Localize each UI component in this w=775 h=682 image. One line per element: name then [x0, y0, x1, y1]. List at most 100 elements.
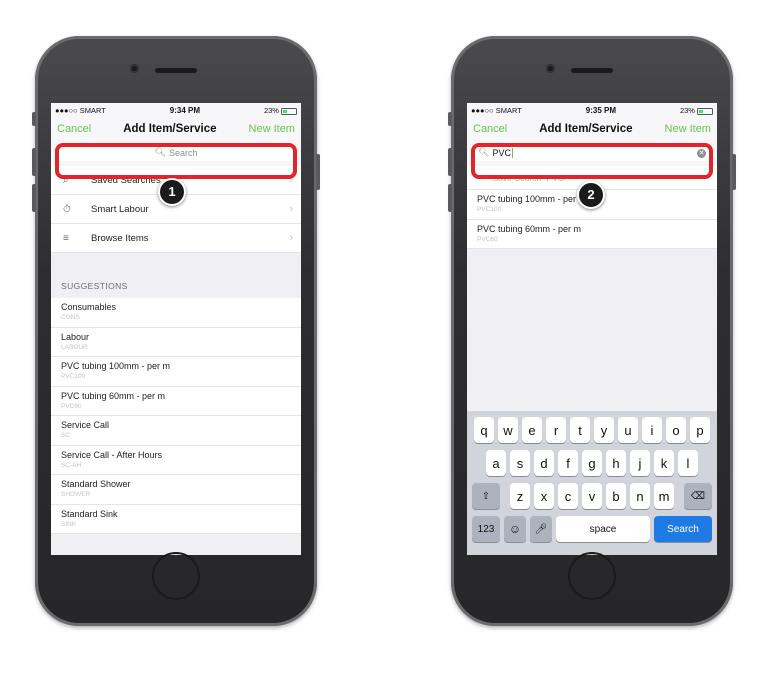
home-button[interactable] — [568, 552, 616, 600]
list-icon: ≡ — [63, 232, 69, 244]
step-badge-1: 1 — [158, 178, 186, 206]
key-o[interactable]: o — [666, 417, 686, 443]
key-e[interactable]: e — [522, 417, 542, 443]
item-code: SC — [61, 432, 71, 439]
search-highlight-box — [55, 143, 297, 179]
front-camera — [130, 64, 139, 73]
keyboard: q w e r t y u i o p a s d f g h j k l ⇧ … — [467, 411, 717, 555]
phone-left: ●●●○○ SMART 9:34 PM 23% Cancel Add Item/… — [32, 36, 320, 626]
item-code: SHOWER — [61, 491, 91, 498]
list-item[interactable]: Consumables CONS — [51, 298, 301, 328]
carrier-label: ●●●○○ SMART — [55, 106, 106, 115]
battery-percent: 23% — [263, 106, 279, 115]
page-title: Add Item/Service — [123, 123, 217, 135]
list-item[interactable]: Standard Sink SINK — [51, 505, 301, 534]
key-l[interactable]: l — [678, 450, 698, 476]
key-d[interactable]: d — [534, 450, 554, 476]
key-j[interactable]: j — [630, 450, 650, 476]
battery-percent: 23% — [679, 106, 695, 115]
item-name: Consumables — [61, 302, 117, 312]
mute-switch — [32, 112, 36, 126]
volume-down-button — [32, 184, 36, 212]
menu-item-label: Browse Items — [91, 232, 149, 244]
key-r[interactable]: r — [546, 417, 566, 443]
status-time: 9:35 PM — [585, 106, 617, 115]
list-item[interactable]: Service Call SC — [51, 416, 301, 446]
carrier-label: ●●●○○ SMART — [471, 106, 522, 115]
battery-icon — [696, 107, 713, 115]
list-item[interactable]: PVC tubing 100mm - per m PVC100 — [51, 357, 301, 387]
key-y[interactable]: y — [594, 417, 614, 443]
keyboard-search-button[interactable]: Search — [654, 516, 712, 542]
item-code: PVC100 — [61, 373, 86, 380]
item-name: Standard Shower — [61, 479, 131, 489]
item-name: Service Call — [61, 420, 110, 430]
key-f[interactable]: f — [558, 450, 578, 476]
key-b[interactable]: b — [606, 483, 626, 509]
key-x[interactable]: x — [534, 483, 554, 509]
cancel-button[interactable]: Cancel — [473, 123, 507, 135]
item-code: PVC60 — [477, 235, 498, 243]
list-item[interactable]: PVC tubing 60mm - per m PVC60 — [51, 387, 301, 416]
item-name: PVC tubing 60mm - per m — [477, 223, 582, 234]
keyboard-row-2: a s d f g h j k l — [470, 450, 714, 476]
key-q[interactable]: q — [474, 417, 494, 443]
battery-icon — [280, 107, 297, 115]
new-item-button[interactable]: New Item — [249, 123, 295, 135]
key-n[interactable]: n — [630, 483, 650, 509]
list-item[interactable]: PVC tubing 60mm - per m PVC60 — [467, 220, 717, 249]
item-code: LABOUR — [61, 343, 88, 351]
list-item[interactable]: Labour LABOUR — [51, 328, 301, 357]
mute-switch — [448, 112, 452, 126]
numbers-key[interactable]: 123 — [472, 516, 500, 542]
microphone-icon[interactable]: 🎤︎ — [530, 516, 552, 542]
page-title: Add Item/Service — [539, 123, 633, 135]
status-bar: ●●●○○ SMART 9:35 PM 23% — [467, 103, 717, 118]
list-item[interactable]: Service Call - After Hours SC-AH — [51, 446, 301, 475]
volume-down-button — [448, 184, 452, 212]
front-camera — [546, 64, 555, 73]
volume-up-button — [32, 148, 36, 176]
shift-icon[interactable]: ⇧ — [472, 483, 500, 509]
key-i[interactable]: i — [642, 417, 662, 443]
item-name: Labour — [61, 331, 90, 342]
menu-item-browse-items[interactable]: ≡ Browse Items › — [51, 224, 301, 253]
battery-indicator: 23% — [680, 106, 713, 115]
item-code: SINK — [61, 520, 77, 528]
home-button[interactable] — [152, 552, 200, 600]
key-c[interactable]: c — [558, 483, 578, 509]
key-u[interactable]: u — [618, 417, 638, 443]
list-item[interactable]: Standard Shower SHOWER — [51, 475, 301, 505]
cancel-button[interactable]: Cancel — [57, 123, 91, 135]
earpiece-speaker — [571, 68, 613, 73]
item-name: Service Call - After Hours — [61, 449, 163, 460]
key-v[interactable]: v — [582, 483, 602, 509]
key-w[interactable]: w — [498, 417, 518, 443]
power-button — [732, 154, 736, 190]
key-a[interactable]: a — [486, 450, 506, 476]
space-key[interactable]: space — [556, 516, 650, 542]
earpiece-speaker — [155, 68, 197, 73]
key-g[interactable]: g — [582, 450, 602, 476]
key-t[interactable]: t — [570, 417, 590, 443]
emoji-icon[interactable]: ☺︎ — [504, 516, 526, 542]
new-item-button[interactable]: New Item — [665, 123, 711, 135]
battery-indicator: 23% — [264, 106, 297, 115]
keyboard-row-3: ⇧ z x c v b n m ⌫ — [470, 483, 714, 509]
item-name: PVC tubing 100mm - per m — [61, 361, 171, 371]
backspace-icon[interactable]: ⌫ — [684, 483, 712, 509]
item-code: CONS — [61, 314, 80, 321]
menu-item-label: Smart Labour — [91, 203, 149, 215]
key-h[interactable]: h — [606, 450, 626, 476]
key-s[interactable]: s — [510, 450, 530, 476]
suggestions-list: Consumables CONS Labour LABOUR PVC tubing … — [51, 298, 301, 534]
key-k[interactable]: k — [654, 450, 674, 476]
key-z[interactable]: z — [510, 483, 530, 509]
key-p[interactable]: p — [690, 417, 710, 443]
item-name: Standard Sink — [61, 508, 118, 519]
item-code: SC-AH — [61, 461, 82, 469]
item-code: PVC60 — [61, 402, 82, 410]
item-name: PVC tubing 60mm - per m — [61, 390, 166, 401]
key-m[interactable]: m — [654, 483, 674, 509]
